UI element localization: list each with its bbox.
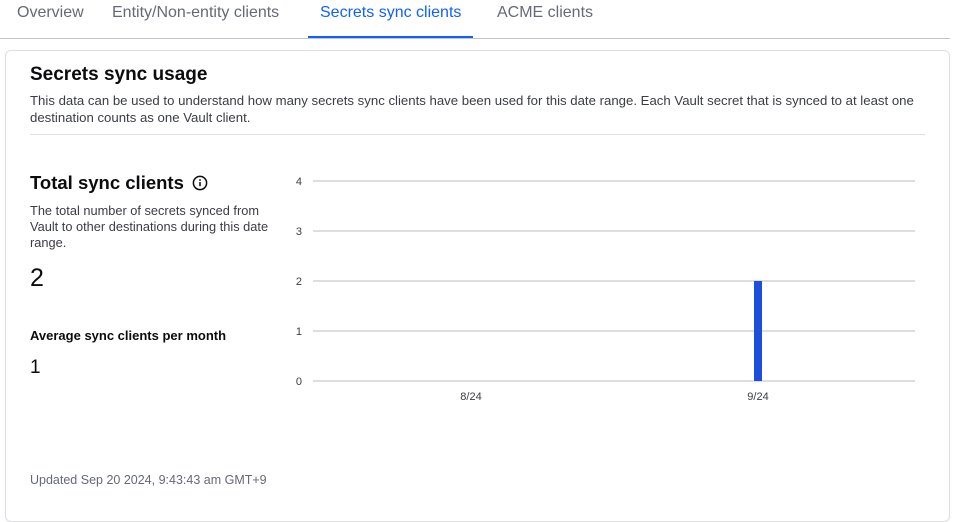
- y-tick-label: 0: [296, 376, 302, 388]
- total-sync-clients-title: Total sync clients: [30, 172, 184, 193]
- y-tick-label: 3: [296, 226, 302, 238]
- bar-9/24[interactable]: [754, 281, 762, 381]
- card-description: This data can be used to understand how …: [30, 93, 914, 125]
- tab-acme-clients[interactable]: ACME clients: [497, 0, 593, 37]
- tab-entity-non-entity-clients[interactable]: Entity/Non-entity clients: [112, 0, 279, 37]
- info-icon[interactable]: [192, 175, 208, 191]
- total-sync-clients-description: The total number of secrets synced from …: [30, 203, 269, 250]
- x-tick-label: 8/24: [460, 391, 481, 403]
- updated-timestamp: Updated Sep 20 2024, 9:43:43 am GMT+9: [30, 473, 267, 487]
- card-divider: [30, 134, 925, 135]
- y-tick-label: 1: [296, 326, 302, 338]
- average-sync-clients-value: 1: [30, 357, 41, 378]
- tab-bar: Overview Entity/Non-entity clients Secre…: [0, 0, 950, 39]
- sync-clients-chart: 0 1 2 3 4 8/24 9/24: [296, 176, 915, 403]
- average-sync-clients-label: Average sync clients per month: [30, 328, 227, 343]
- y-tick-label: 2: [296, 276, 302, 288]
- y-tick-label: 4: [296, 176, 302, 188]
- tab-secrets-sync-clients[interactable]: Secrets sync clients: [308, 0, 474, 38]
- x-tick-label: 9/24: [747, 391, 768, 403]
- card-title: Secrets sync usage: [30, 64, 208, 85]
- tab-overview[interactable]: Overview: [17, 0, 84, 37]
- total-sync-clients-value: 2: [30, 264, 44, 292]
- total-sync-clients-heading: Total sync clients: [30, 172, 208, 194]
